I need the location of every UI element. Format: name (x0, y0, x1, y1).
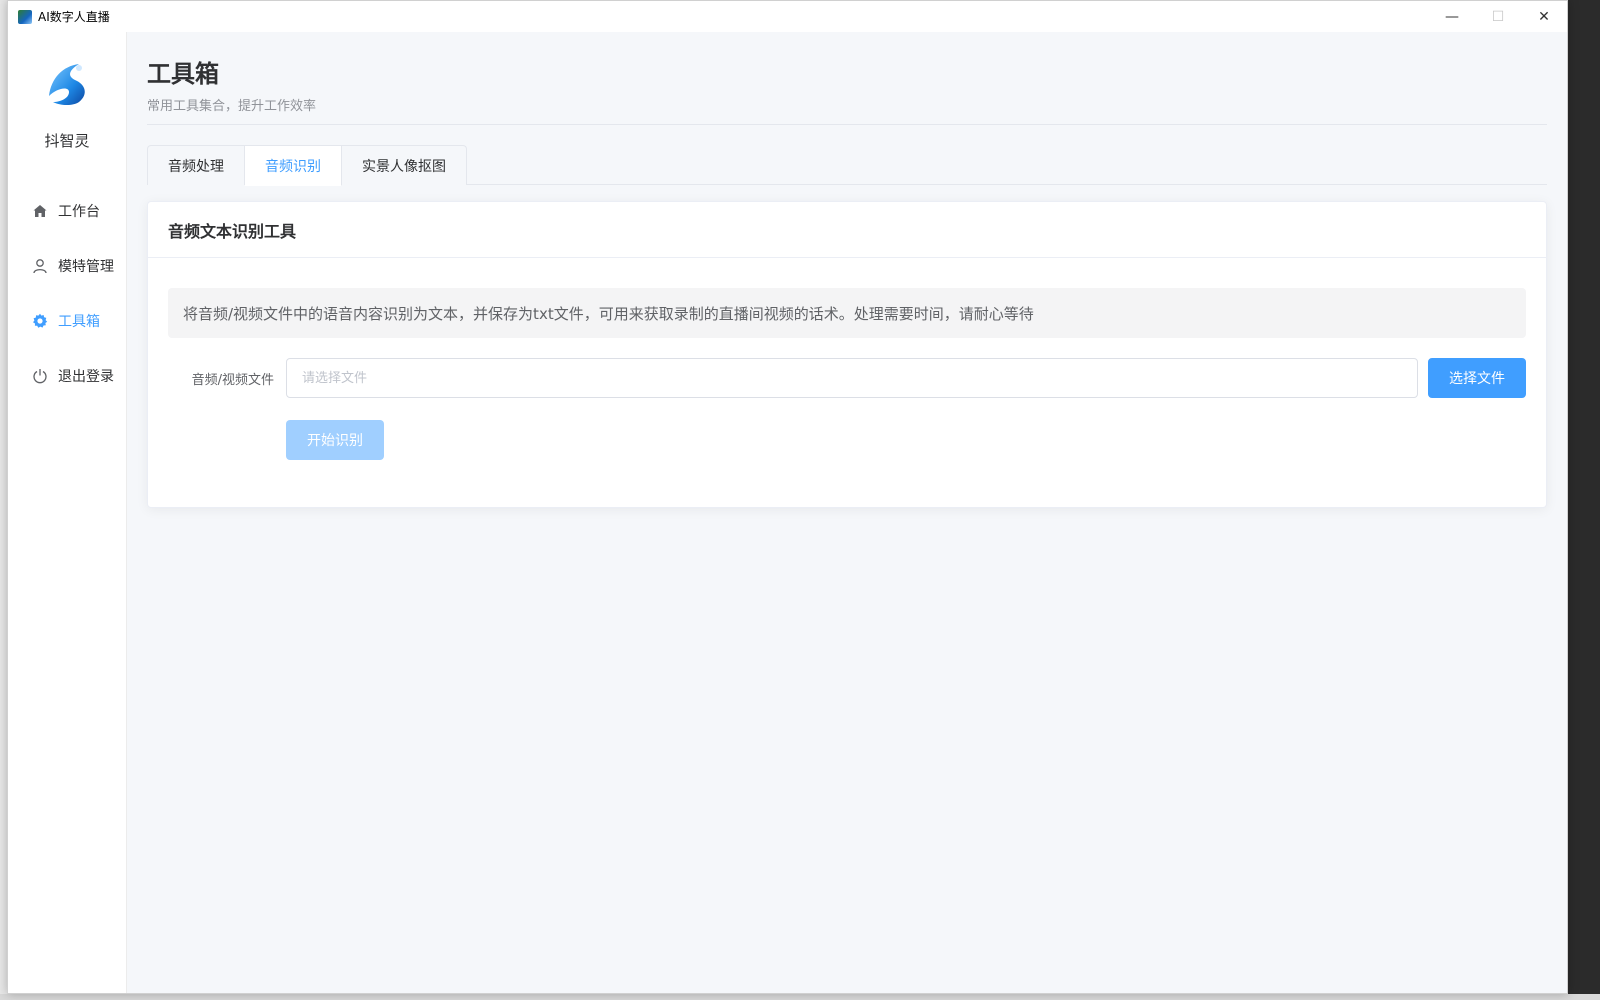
app-body: 抖智灵 工作台 模特管理 工具箱 退出登录 工具箱 常用工具集合，提升工作效率 … (8, 32, 1567, 993)
sidebar-nav: 工作台 模特管理 工具箱 退出登录 (8, 183, 126, 403)
main-content: 工具箱 常用工具集合，提升工作效率 音频处理 音频识别 实景人像抠图 音频文本识… (127, 32, 1567, 993)
app-icon (18, 9, 32, 24)
power-icon (32, 368, 48, 384)
sidebar-item-label: 模特管理 (58, 258, 114, 275)
file-form-row: 音频/视频文件 选择文件 (168, 358, 1526, 398)
page-title: 工具箱 (147, 60, 219, 88)
app-window: AI数字人直播 — ☐ ✕ 抖智灵 工作台 模特管理 工具箱 退出登录 工具箱 … (7, 0, 1568, 994)
choose-file-button[interactable]: 选择文件 (1428, 358, 1526, 398)
sidebar-item-models[interactable]: 模特管理 (8, 238, 126, 293)
file-path-input[interactable] (286, 358, 1418, 398)
minimize-button[interactable]: — (1429, 1, 1475, 32)
maximize-button[interactable]: ☐ (1475, 1, 1521, 32)
sidebar-item-label: 工具箱 (58, 313, 100, 330)
sidebar-item-workbench[interactable]: 工作台 (8, 183, 126, 238)
file-label: 音频/视频文件 (191, 372, 274, 388)
sidebar-item-label: 退出登录 (58, 368, 114, 385)
window-title: AI数字人直播 (38, 10, 110, 24)
info-alert: 将音频/视频文件中的语音内容识别为文本，并保存为txt文件，可用来获取录制的直播… (168, 288, 1526, 338)
sidebar-item-logout[interactable]: 退出登录 (8, 348, 126, 403)
home-icon (32, 203, 48, 219)
start-recognition-button[interactable]: 开始识别 (286, 420, 384, 460)
title-bar[interactable]: AI数字人直播 — ☐ ✕ (8, 1, 1567, 32)
card-body: 将音频/视频文件中的语音内容识别为文本，并保存为txt文件，可用来获取录制的直播… (148, 258, 1546, 480)
user-icon (32, 258, 48, 274)
brand-logo-icon (39, 56, 95, 112)
sidebar-item-label: 工作台 (58, 203, 100, 220)
recognition-card: 音频文本识别工具 将音频/视频文件中的语音内容识别为文本，并保存为txt文件，可… (147, 201, 1547, 508)
desktop-backdrop-right (1568, 0, 1600, 1000)
desktop-backdrop-bottom (0, 994, 1600, 1000)
close-button[interactable]: ✕ (1521, 1, 1567, 32)
tab-audio-processing[interactable]: 音频处理 (147, 145, 245, 185)
tab-portrait-matting[interactable]: 实景人像抠图 (342, 145, 467, 185)
page-subtitle: 常用工具集合，提升工作效率 (147, 99, 317, 114)
gear-icon (32, 313, 48, 329)
tool-tabs: 音频处理 音频识别 实景人像抠图 (147, 145, 1547, 186)
tab-audio-recognition[interactable]: 音频识别 (245, 145, 342, 186)
header-divider (147, 124, 1547, 125)
window-controls: — ☐ ✕ (1429, 1, 1567, 32)
brand-name: 抖智灵 (44, 132, 90, 150)
sidebar: 抖智灵 工作台 模特管理 工具箱 退出登录 (8, 32, 127, 993)
card-title: 音频文本识别工具 (148, 202, 1546, 258)
sidebar-item-toolbox[interactable]: 工具箱 (8, 293, 126, 348)
